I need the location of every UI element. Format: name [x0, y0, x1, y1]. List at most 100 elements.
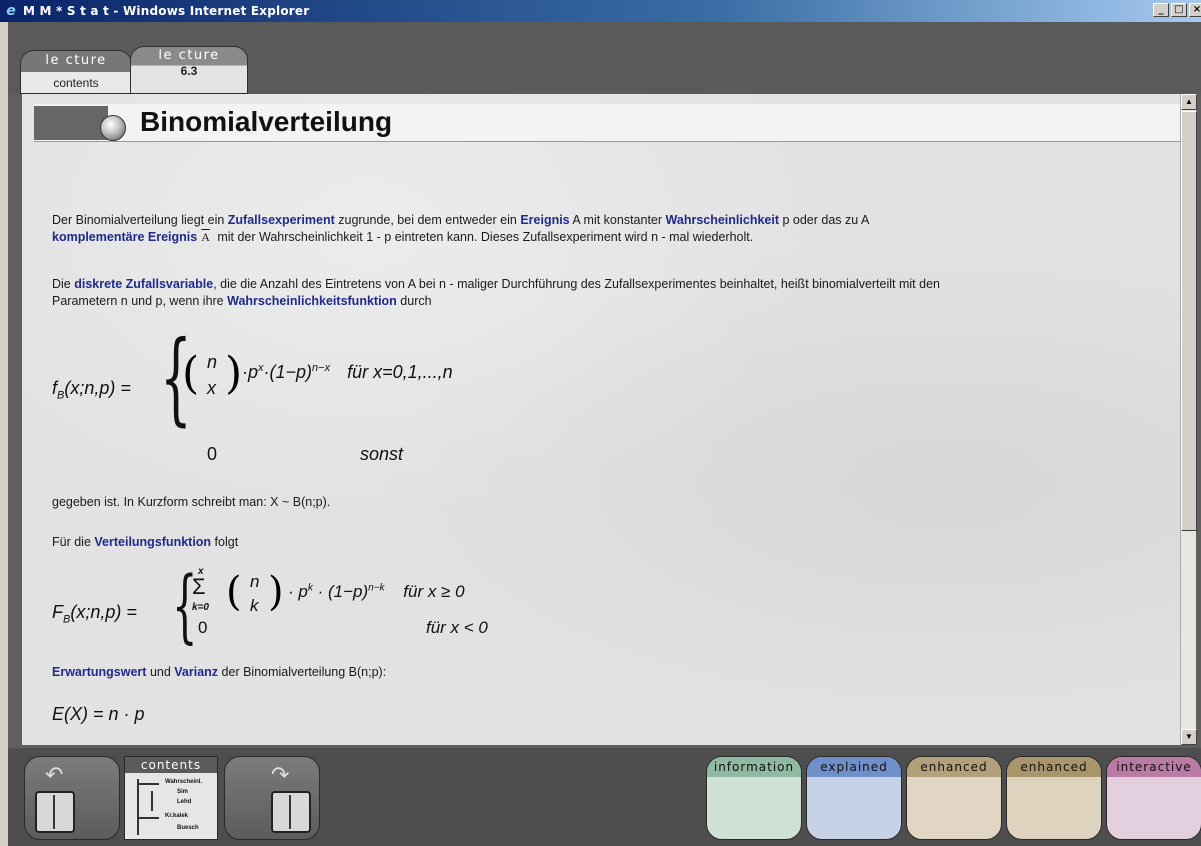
text: Der Binomialverteilung liegt ein [52, 213, 228, 227]
mode-label: enhanced [1007, 757, 1101, 777]
text: Für die [52, 535, 95, 549]
text: mit der Wahrscheinlichkeit 1 - p eintret… [213, 230, 754, 244]
tab-lecture-6-3[interactable]: le cture 6.3 [130, 46, 248, 94]
mode-label: explained [807, 757, 901, 777]
mode-enhanced-1[interactable]: enhanced [906, 756, 1002, 840]
tab-label-top: le cture [158, 48, 220, 63]
mode-interactive[interactable]: interactive [1106, 756, 1201, 840]
mode-information[interactable]: information [706, 756, 802, 840]
link-varianz[interactable]: Varianz [174, 665, 218, 679]
binom-top: n [250, 572, 260, 591]
lecture-content: Binomialverteilung Der Binomialverteilun… [22, 94, 1180, 745]
window-title-bar: e M M * S t a t - Windows Internet Explo… [0, 0, 1201, 22]
app-frame: le cture contents le cture 6.3 Binomialv… [8, 22, 1201, 846]
formula-pmf-case2-cond: sonst [360, 444, 404, 464]
mode-explained[interactable]: explained [806, 756, 902, 840]
book-icon [35, 791, 75, 833]
formula-pmf-lhs: fB(x;n,p) = [52, 378, 131, 402]
tree-item: Lehd [177, 799, 192, 805]
book-icon [271, 791, 311, 833]
text: der Binomialverteilung B(n;p): [218, 665, 387, 679]
complement-symbol: A [201, 230, 210, 244]
binom-top: n [207, 352, 218, 372]
close-button[interactable]: × [1189, 3, 1201, 17]
heading-decoration [34, 106, 108, 140]
forward-button[interactable]: ↷ [224, 756, 320, 840]
footer-nav: ↶ contents Wahrscheinl. Sim Lehd Kr.kale… [8, 748, 1201, 846]
link-verteilungsfunktion[interactable]: Verteilungsfunktion [94, 535, 211, 549]
paragraph-definition: Die diskrete Zufallsvariable, die die An… [52, 276, 1162, 310]
scroll-down-arrow-icon[interactable]: ▼ [1181, 729, 1197, 745]
window-title: M M * S t a t - Windows Internet Explore… [23, 4, 310, 18]
math-term: · (1−p) [312, 582, 369, 601]
mode-label: enhanced [907, 757, 1001, 777]
tree-item: Kr.kalek [165, 813, 189, 819]
formula-cdf-case2-cond: für x < 0 [426, 618, 488, 637]
text: , die die Anzahl des Eintretens von A be… [213, 277, 940, 291]
contents-button[interactable]: contents Wahrscheinl. Sim Lehd Kr.kalek … [124, 756, 218, 840]
formula-cdf-case2: 0 [198, 618, 208, 637]
formula-cdf-lhs: FB(x;n,p) = [52, 602, 137, 626]
tree-branch [137, 817, 159, 819]
paragraph-cdf-intro: Für die Verteilungsfunktion folgt [52, 534, 1162, 551]
text: p oder das zu A [779, 213, 870, 227]
math-args: (x;n,p) = [64, 378, 131, 398]
tree-branch [137, 783, 159, 785]
heading-bar: Binomialverteilung [34, 104, 1180, 142]
binom-bottom: x [207, 378, 216, 398]
tree-item: Sim [177, 789, 189, 795]
paren-left: ( [182, 348, 200, 399]
math-term: · p [288, 582, 308, 601]
tree-branch [151, 791, 153, 811]
tree-branch [137, 779, 139, 835]
link-erwartungswert[interactable]: Erwartungswert [52, 665, 146, 679]
text: Parametern n und p, wenn ihre [52, 294, 228, 308]
paragraph-moments: Erwartungswert und Varianz der Binomialv… [52, 664, 1162, 681]
vertical-scrollbar[interactable]: ▲ ▼ [1180, 94, 1197, 745]
text: durch [396, 294, 432, 308]
binom-bottom: k [250, 596, 259, 615]
formula-pmf-case1: ·px·(1−p)n−x für x=0,1,...,n [242, 362, 453, 383]
tree-item: Wahrscheinl. [165, 779, 203, 785]
text: Die [52, 277, 75, 291]
formula-expectation: E(X) = n · p [52, 704, 145, 724]
math-args: (x;n,p) = [70, 602, 137, 622]
math-exponent: n−x [312, 362, 331, 374]
math-symbol: F [52, 602, 63, 622]
tab-label-bottom: 6.3 [180, 64, 198, 78]
minimize-button[interactable]: _ [1153, 3, 1169, 17]
text: zugrunde, bei dem entweder ein [334, 213, 521, 227]
paren-right: ) [225, 348, 243, 399]
link-diskrete-zufallsvariable[interactable]: diskrete Zufallsvariable [74, 277, 213, 291]
tree-item: Buesch [177, 825, 199, 831]
mode-label: information [707, 757, 801, 777]
link-wahrscheinlichkeitsfunktion[interactable]: Wahrscheinlichkeitsfunktion [227, 294, 397, 308]
paren-left: ( [226, 569, 242, 615]
ie-logo-icon: e [6, 3, 16, 19]
link-wahrscheinlichkeit[interactable]: Wahrscheinlichkeit [666, 213, 779, 227]
back-button[interactable]: ↶ [24, 756, 120, 840]
tab-lecture-contents[interactable]: le cture contents [20, 50, 132, 94]
link-ereignis[interactable]: Ereignis [520, 213, 569, 227]
tab-label-top: le cture [45, 53, 107, 68]
contents-label: contents [125, 757, 217, 773]
tab-label-bottom: contents [53, 76, 99, 90]
tab-strip: le cture contents le cture 6.3 [8, 22, 1201, 94]
math-condition: für x=0,1,...,n [347, 362, 453, 382]
scroll-up-arrow-icon[interactable]: ▲ [1181, 94, 1197, 110]
scroll-thumb[interactable] [1181, 111, 1197, 531]
math-exponent: n−k [368, 582, 385, 594]
paragraph-intro: Der Binomialverteilung liegt ein Zufalls… [52, 212, 1162, 246]
sphere-icon [100, 115, 126, 141]
forward-arrow-icon: ↷ [271, 763, 290, 788]
math-term: ·p [242, 362, 259, 382]
link-zufallsexperiment[interactable]: Zufallsexperiment [228, 213, 335, 227]
sum-symbol: Σ [192, 574, 206, 599]
math-condition: für x ≥ 0 [403, 582, 465, 601]
formula-pmf-case2: 0 [207, 444, 218, 464]
maximize-button[interactable]: □ [1171, 3, 1187, 17]
mode-enhanced-2[interactable]: enhanced [1006, 756, 1102, 840]
page-title: Binomialverteilung [140, 106, 393, 137]
mode-label: interactive [1107, 757, 1201, 777]
link-komplementaere-ereignis[interactable]: komplementäre Ereignis [52, 230, 197, 244]
